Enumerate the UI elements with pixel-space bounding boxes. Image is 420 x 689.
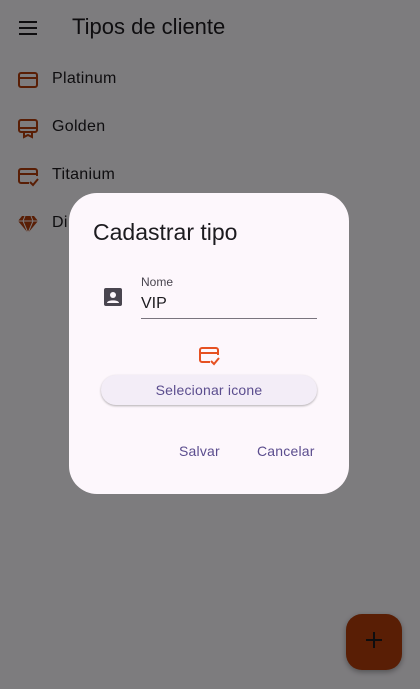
save-button[interactable]: Salvar	[179, 443, 220, 459]
dialog-title: Cadastrar tipo	[93, 219, 238, 245]
contact-card-icon	[101, 285, 125, 309]
credit-score-icon	[197, 343, 221, 367]
register-type-dialog: Cadastrar tipo Nome Selecionar icone Sal…	[69, 193, 349, 494]
name-input[interactable]	[141, 290, 317, 319]
cancel-button[interactable]: Cancelar	[257, 443, 315, 459]
select-icon-button[interactable]: Selecionar icone	[101, 375, 317, 405]
name-field-label: Nome	[141, 275, 174, 289]
